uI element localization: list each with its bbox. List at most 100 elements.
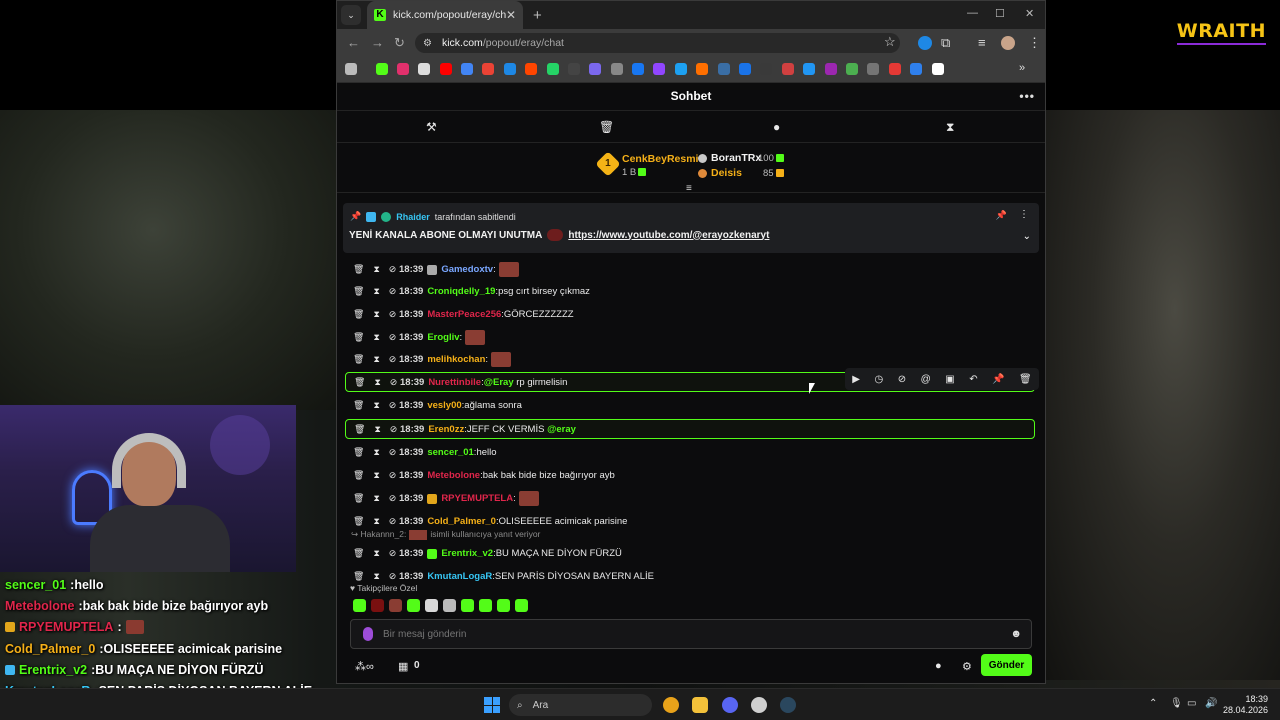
bookmark-icon[interactable]: [397, 63, 409, 75]
pinned-more-icon[interactable]: ⋮: [1019, 209, 1029, 220]
chat-message[interactable]: 🗑 ⧗ ⊘ 18:39 KmutanLogaR: SEN PARİS DİYOSAN B…: [345, 566, 1035, 587]
delete-icon[interactable]: 🗑: [353, 354, 364, 365]
extension-icon[interactable]: [918, 36, 932, 50]
timeout-icon[interactable]: ⧗: [373, 264, 379, 275]
bookmark-icon[interactable]: [611, 63, 623, 75]
more-bookmarks-icon[interactable]: »: [1019, 62, 1025, 74]
delete-icon[interactable]: 🗑: [353, 571, 364, 582]
settings-gear-icon[interactable]: ⚙: [962, 660, 972, 673]
tab-search-button[interactable]: ⌄: [341, 5, 361, 25]
new-tab-icon[interactable]: +: [533, 7, 542, 24]
leaderboard-second-name[interactable]: BoranTRx: [711, 152, 761, 164]
bookmark-icon[interactable]: [910, 63, 922, 75]
emote-icon[interactable]: [443, 599, 456, 612]
message-username[interactable]: melihkochan: [427, 354, 485, 365]
chat-message[interactable]: 🗑 ⧗ ⊘ 18:39 Erogliv:: [345, 327, 1035, 348]
ban-icon[interactable]: ⊘: [389, 571, 397, 582]
bookmark-icon[interactable]: [739, 63, 751, 75]
delete-icon[interactable]: 🗑: [353, 400, 364, 411]
chat-message[interactable]: 🗑 ⧗ ⊘ 18:39 Croniqdelly_19: psg cırt birsey …: [345, 281, 1035, 302]
bookmark-icon[interactable]: [760, 63, 772, 75]
bookmark-icon[interactable]: [653, 63, 665, 75]
hide-icon[interactable]: ⊘: [898, 374, 906, 385]
bookmark-icon[interactable]: [547, 63, 559, 75]
delete-icon[interactable]: 🗑: [353, 548, 364, 559]
delete-icon[interactable]: 🗑: [599, 120, 614, 134]
ban-icon[interactable]: ⊘: [389, 548, 397, 559]
message-mention[interactable]: @eray: [547, 424, 576, 435]
delete-icon[interactable]: 🗑: [353, 264, 364, 275]
leaderboard-third-name[interactable]: Deisis: [711, 167, 742, 179]
pinned-link[interactable]: https://www.youtube.com/@erayozkenaryt: [568, 230, 769, 241]
message-username[interactable]: KmutanLogaR: [427, 571, 492, 582]
delete-icon[interactable]: 🗑: [354, 377, 365, 388]
ban-icon[interactable]: ⊘: [389, 354, 397, 365]
discord-icon[interactable]: [722, 697, 738, 713]
message-username[interactable]: vesly00: [427, 400, 461, 411]
chat-message[interactable]: 🗑 ⧗ ⊘ 18:39 RPYEMUPTELA:: [345, 488, 1035, 509]
bookmark-icon[interactable]: [932, 63, 944, 75]
emote-icon[interactable]: [425, 599, 438, 612]
bookmark-icon[interactable]: [803, 63, 815, 75]
message-username[interactable]: Eren0zz: [428, 424, 464, 435]
timeout-icon[interactable]: ⧗: [373, 354, 379, 365]
back-icon[interactable]: ←: [347, 35, 360, 50]
message-input[interactable]: [383, 628, 1011, 640]
message-username[interactable]: Erogliv: [427, 332, 459, 343]
chat-input-box[interactable]: ☻: [350, 619, 1032, 649]
media-control-icon[interactable]: ≡: [978, 35, 986, 50]
delete-icon[interactable]: 🗑: [353, 447, 364, 458]
bookmark-icon[interactable]: [418, 63, 430, 75]
chat-message[interactable]: 🗑 ⧗ ⊘ 18:39 Erentrix_v2: BU MAÇA NE DİYON FÜ…: [345, 543, 1035, 564]
emote-icon[interactable]: [461, 599, 474, 612]
bookmark-icon[interactable]: [718, 63, 730, 75]
ban-icon[interactable]: ⊘: [389, 493, 397, 504]
bookmark-icon[interactable]: [376, 63, 388, 75]
ban-icon[interactable]: ⊘: [389, 332, 397, 343]
file-explorer-icon[interactable]: [692, 697, 708, 713]
message-username[interactable]: Cold_Palmer_0: [427, 516, 496, 527]
apps-grid-icon[interactable]: [345, 63, 357, 75]
chat-message[interactable]: 🗑 ⧗ ⊘ 18:39 Gamedoxtv:: [345, 259, 1035, 280]
expand-pinned-icon[interactable]: ⌄: [1023, 231, 1031, 242]
chat-message[interactable]: 🗑 ⧗ ⊘ 18:39 vesly00: ağlama sonra: [345, 395, 1035, 416]
ban-icon[interactable]: ⊘: [390, 377, 398, 388]
bookmark-icon[interactable]: [825, 63, 837, 75]
chat-message[interactable]: 🗑 ⧗ ⊘ 18:39 sencer_01: hello: [345, 442, 1035, 463]
message-username[interactable]: Nurettinbile: [428, 377, 481, 388]
message-username[interactable]: sencer_01: [427, 447, 473, 458]
emote-icon[interactable]: [407, 599, 420, 612]
chat-more-icon[interactable]: •••: [1019, 83, 1035, 110]
timeout-icon[interactable]: ⧗: [374, 377, 380, 388]
reply-to-user[interactable]: Hakannn_2:: [360, 529, 406, 539]
bookmark-icon[interactable]: [589, 63, 601, 75]
bookmark-icon[interactable]: [782, 63, 794, 75]
chat-message[interactable]: 🗑 ⧗ ⊘ 18:39 Metebolone: bak bak bide bize ba…: [345, 465, 1035, 486]
tab-close-icon[interactable]: ✕: [506, 8, 516, 22]
pinned-by-user[interactable]: Rhaider: [396, 212, 430, 222]
bookmark-icon[interactable]: [504, 63, 516, 75]
points-icon[interactable]: ⁂∞: [355, 660, 374, 673]
bookmark-icon[interactable]: [525, 63, 537, 75]
timeout-icon[interactable]: ⧗: [373, 309, 379, 320]
delete-message-icon[interactable]: 🗑: [1019, 374, 1032, 385]
bookmark-icon[interactable]: [675, 63, 687, 75]
site-info-icon[interactable]: ⚙: [423, 38, 432, 49]
message-username[interactable]: Croniqdelly_19: [427, 286, 495, 297]
bookmark-icon[interactable]: [889, 63, 901, 75]
message-username[interactable]: RPYEMUPTELA: [441, 493, 513, 504]
ban-icon[interactable]: ⊘: [389, 516, 397, 527]
app-icon[interactable]: [751, 697, 767, 713]
delete-icon[interactable]: 🗑: [353, 309, 364, 320]
delete-icon[interactable]: 🗑: [353, 286, 364, 297]
expand-leaderboard-icon[interactable]: ≡: [686, 183, 692, 194]
timeout-icon[interactable]: ⧗: [373, 332, 379, 343]
ban-icon[interactable]: ⊘: [390, 424, 398, 435]
delete-icon[interactable]: 🗑: [353, 493, 364, 504]
ban-icon[interactable]: ⊘: [389, 286, 397, 297]
chat-message[interactable]: 🗑 ⧗ ⊘ 18:39 melihkochan:: [345, 349, 1035, 370]
bookmark-icon[interactable]: [461, 63, 473, 75]
timeout-icon[interactable]: ⧗: [373, 470, 379, 481]
timeout-icon[interactable]: ⧗: [373, 286, 379, 297]
bookmark-icon[interactable]: [440, 63, 452, 75]
